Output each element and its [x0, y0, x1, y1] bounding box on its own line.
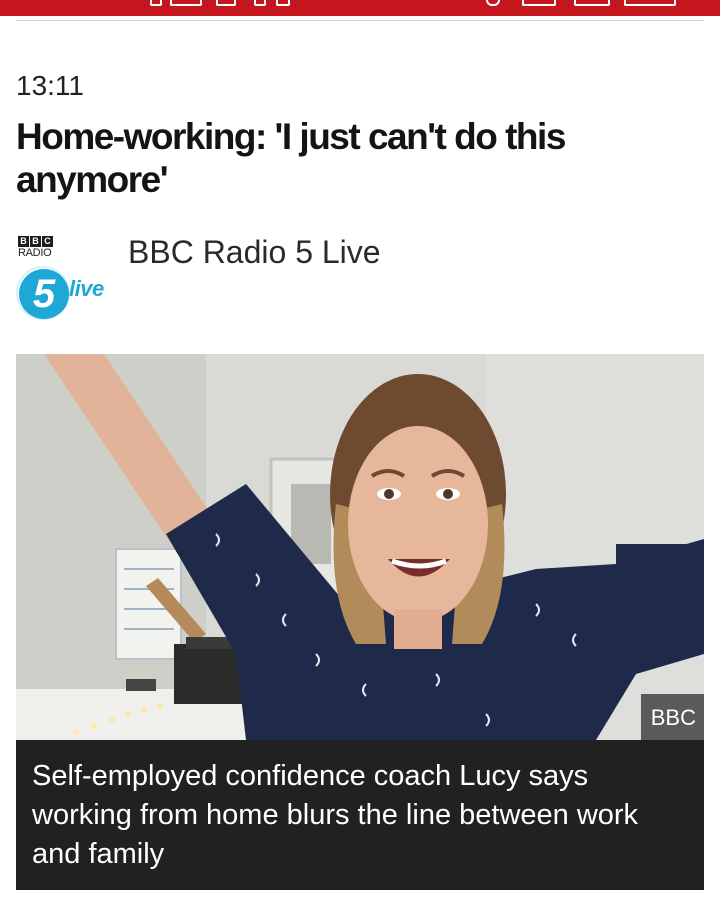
bbc-radio-5-live-logo[interactable]: B B C RADIO 5 live	[16, 236, 114, 320]
bbc-blocks: B B C	[18, 236, 53, 247]
sim-icon	[276, 0, 290, 6]
signal-icon	[150, 0, 162, 6]
bbc-block-c: C	[42, 236, 53, 247]
status-bar-left-icons	[150, 0, 310, 6]
battery-icon	[574, 0, 610, 6]
notification-icon	[254, 0, 266, 6]
article-time: 13:11	[16, 70, 84, 101]
clock-icon	[624, 0, 676, 6]
logo-live-text: live	[69, 276, 104, 301]
top-divider	[16, 20, 704, 21]
network-icon	[216, 0, 236, 6]
logo-radio-text: RADIO	[18, 247, 52, 259]
alarm-icon	[486, 0, 500, 6]
battery-saver-icon	[170, 0, 202, 6]
article-image[interactable]: BBC	[16, 354, 704, 740]
bbc-block-b1: B	[18, 236, 29, 247]
logo-five-icon: 5	[19, 269, 69, 319]
status-bar	[0, 0, 720, 16]
image-caption: Self-employed confidence coach Lucy says…	[16, 740, 704, 890]
article-headline: Home-working: 'I just can't do this anym…	[16, 116, 566, 200]
wifi-icon	[522, 0, 556, 6]
status-bar-right-icons	[486, 0, 686, 6]
source-name[interactable]: BBC Radio 5 Live	[128, 234, 381, 271]
woman-arms-raised-photo	[16, 354, 704, 740]
image-credit: BBC	[640, 694, 704, 740]
bbc-block-b2: B	[30, 236, 41, 247]
